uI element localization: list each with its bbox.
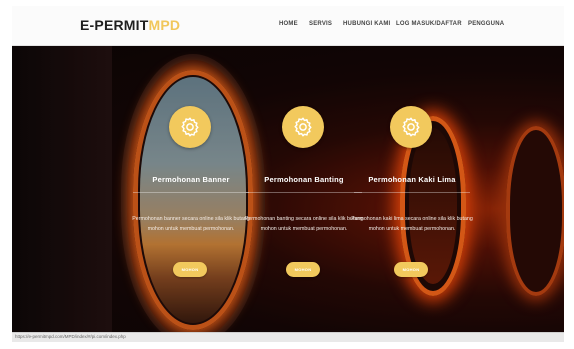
gear-icon bbox=[390, 106, 432, 148]
browser-page: E-PERMITMPD HOME SERVIS HUBUNGI KAMI LOG… bbox=[12, 6, 564, 342]
mohon-button-kaki-lima[interactable]: MOHON bbox=[394, 262, 428, 277]
nav-hubungi-kami[interactable]: HUBUNGI KAMI bbox=[343, 21, 390, 27]
hero-section: Permohonan Banner Permohonan banner seca… bbox=[12, 46, 564, 342]
site-logo[interactable]: E-PERMITMPD bbox=[80, 17, 180, 33]
card-divider bbox=[354, 192, 470, 193]
browser-status-bar: https://e-permitmpd.com/MPD/index/#/pi.c… bbox=[12, 332, 564, 342]
status-url: https://e-permitmpd.com/MPD/index/#/pi.c… bbox=[15, 334, 126, 339]
card-description: Permohonan banner secara online sila kli… bbox=[132, 216, 250, 232]
gear-icon bbox=[282, 106, 324, 148]
logo-text-mpd: MPD bbox=[148, 17, 181, 33]
service-card-kaki-lima: Permohonan Kaki Lima Permohonan kaki lim… bbox=[346, 106, 478, 336]
nav-home[interactable]: HOME bbox=[279, 21, 298, 27]
nav-pengguna[interactable]: PENGGUNA bbox=[468, 21, 504, 27]
card-divider bbox=[246, 192, 362, 193]
card-title: Permohonan Kaki Lima bbox=[368, 175, 456, 184]
mohon-button-banner[interactable]: MOHON bbox=[173, 262, 207, 277]
card-description: Permohonan kaki lima secara online sila … bbox=[351, 216, 473, 232]
logo-text-epermit: E-PERMIT bbox=[80, 17, 149, 33]
mohon-button-banting[interactable]: MOHON bbox=[286, 262, 320, 277]
nav-log-masuk-daftar[interactable]: LOG MASUK/DAFTAR bbox=[396, 21, 462, 27]
card-divider bbox=[133, 192, 249, 193]
top-navbar: E-PERMITMPD HOME SERVIS HUBUNGI KAMI LOG… bbox=[12, 6, 564, 46]
gear-icon bbox=[169, 106, 211, 148]
nav-servis[interactable]: SERVIS bbox=[309, 21, 332, 27]
